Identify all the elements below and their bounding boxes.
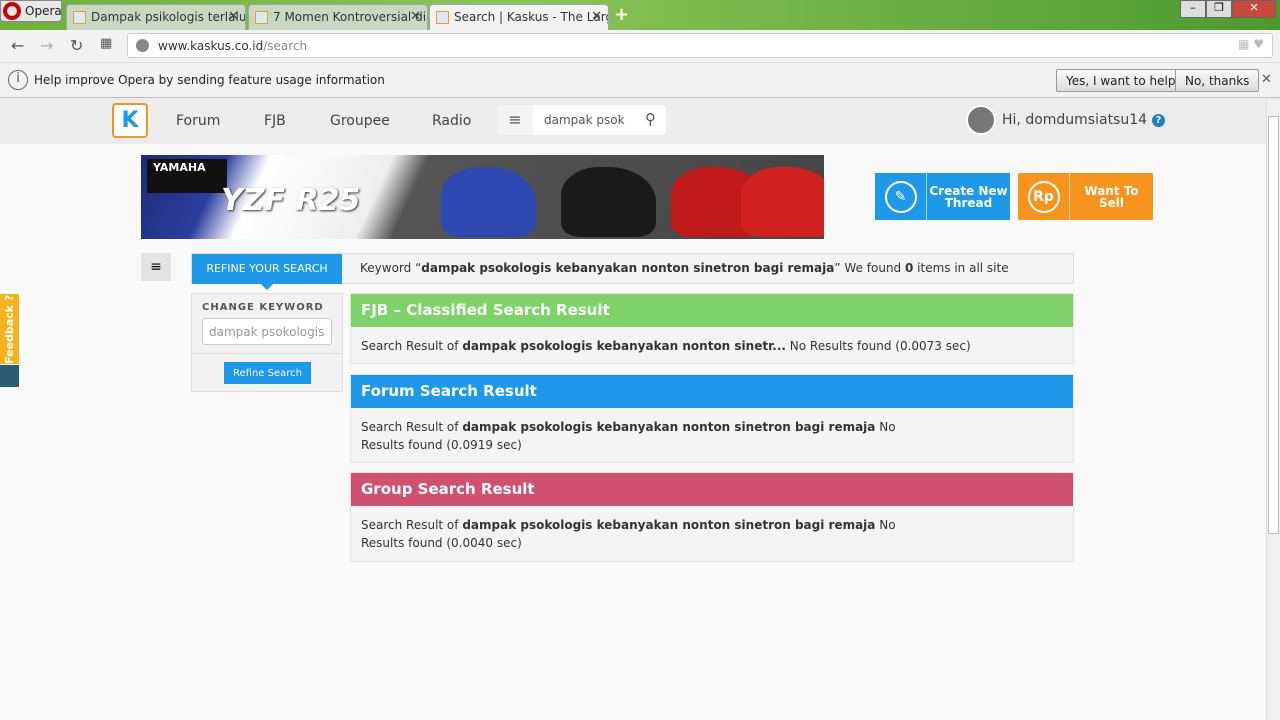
result-text: Search Result of dampak psokologis keban… <box>361 420 896 452</box>
info-icon: i <box>8 70 28 90</box>
rupiah-icon: Rp <box>1027 180 1060 213</box>
nav-forum[interactable]: Forum <box>176 113 220 129</box>
reload-icon[interactable]: ↻ <box>70 36 83 55</box>
browser-toolbar: ← → ↻ ▦ www.kaskus.co.id/search ▦ ♥ <box>0 30 1280 62</box>
minimize-icon[interactable]: – <box>1180 0 1206 18</box>
opera-infobar: i Help improve Opera by sending feature … <box>0 62 1280 98</box>
refine-bar: REFINE YOUR SEARCH Keyword “dampak psoko… <box>191 253 1074 290</box>
yamaha-ad-banner[interactable]: YAMAHA YZF R25 <box>141 155 824 239</box>
pencil-icon: ✎ <box>884 180 917 213</box>
yes-help-button[interactable]: Yes, I want to help <box>1056 69 1186 92</box>
browser-tab-active[interactable]: Search | Kaskus - The Large ✕ <box>429 4 609 30</box>
fjb-results: FJB – Classified Search Result Search Re… <box>350 293 1074 364</box>
yamaha-logo: YAMAHA <box>147 159 227 193</box>
tab-refine-search[interactable]: REFINE YOUR SEARCH <box>192 254 342 290</box>
browser-tab[interactable]: 7 Momen Kontroversial di ✕ <box>248 4 428 30</box>
browser-tab-bar: Opera Dampak psikologis terlalu t ✕ 7 Mom… <box>0 0 1280 30</box>
section-title: Group Search Result <box>351 473 1073 506</box>
result-text: Search Result of dampak psokologis keban… <box>361 518 896 550</box>
window-close-icon[interactable]: ✕ <box>1232 0 1276 18</box>
search-input[interactable]: dampak psok <box>544 113 625 127</box>
address-bar[interactable]: www.kaskus.co.id/search ▦ ♥ <box>127 33 1273 58</box>
want-to-sell-button[interactable]: Rp Want To Sell <box>1018 173 1153 220</box>
change-keyword-panel: CHANGE KEYWORD Refine Search <box>191 293 343 392</box>
site-header: K Forum FJB Groupee Radio ≡ dampak psok … <box>0 98 1280 144</box>
motorcycle-image <box>441 167 536 237</box>
bookmark-heart-icon[interactable]: ▦ ♥ <box>1238 37 1264 51</box>
new-tab-icon[interactable]: + <box>614 4 629 25</box>
result-text: Search Result of dampak psokologis keban… <box>361 339 971 353</box>
section-title: FJB – Classified Search Result <box>351 294 1073 327</box>
user-menu[interactable]: Hi, domdumsiatsu14? <box>966 105 1166 135</box>
close-tab-icon[interactable]: ✕ <box>591 9 602 24</box>
refine-search-button[interactable]: Refine Search <box>224 362 311 384</box>
close-tab-icon[interactable]: ✕ <box>228 9 239 24</box>
forum-results: Forum Search Result Search Result of dam… <box>350 374 1074 463</box>
no-thanks-button[interactable]: No, thanks <box>1175 69 1260 92</box>
nav-groupee[interactable]: Groupee <box>330 113 390 129</box>
help-icon[interactable]: ? <box>1152 113 1166 127</box>
close-tab-icon[interactable]: ✕ <box>410 9 421 24</box>
kaskus-favicon-icon <box>255 11 268 24</box>
nav-fjb[interactable]: FJB <box>264 113 286 129</box>
change-keyword-heading: CHANGE KEYWORD <box>202 302 324 313</box>
back-icon[interactable]: ← <box>11 36 24 55</box>
kaskus-logo[interactable]: K <box>112 103 148 138</box>
create-thread-button[interactable]: ✎ Create New Thread <box>875 173 1010 220</box>
feedback-tab[interactable]: Feedback ? <box>0 294 19 364</box>
browser-tab[interactable]: Dampak psikologis terlalu t ✕ <box>66 4 246 30</box>
motorcycle-image <box>561 167 656 237</box>
avatar[interactable] <box>966 105 996 135</box>
speed-dial-icon[interactable]: ▦ <box>100 36 112 51</box>
kaskus-favicon-icon <box>73 11 86 24</box>
section-title: Forum Search Result <box>351 375 1073 408</box>
forward-icon[interactable]: → <box>40 36 53 55</box>
maximize-icon[interactable]: ❐ <box>1206 0 1232 18</box>
group-results: Group Search Result Search Result of dam… <box>350 472 1074 562</box>
keyword-summary: Keyword “dampak psokologis kebanyakan no… <box>360 261 1009 275</box>
header-search: ≡ dampak psok ⚲ <box>497 105 666 135</box>
keyword-input[interactable] <box>202 318 332 345</box>
menu-icon[interactable]: ≡ <box>497 105 533 135</box>
scrollbar[interactable] <box>1266 100 1280 720</box>
opera-menu-button[interactable]: Opera <box>0 0 62 22</box>
banner-model: YZF R25 <box>221 183 361 218</box>
motorcycle-image <box>741 167 824 237</box>
close-infobar-icon[interactable]: ✕ <box>1261 72 1272 87</box>
nav-radio[interactable]: Radio <box>432 113 471 129</box>
sidebar-toggle-icon[interactable]: ≡ <box>141 253 171 281</box>
search-icon[interactable]: ⚲ <box>645 110 656 128</box>
kaskus-favicon-icon <box>436 11 449 24</box>
site-info-icon[interactable] <box>136 39 149 52</box>
opera-logo-icon <box>3 2 21 20</box>
scrollbar-thumb[interactable] <box>1268 116 1279 534</box>
feedback-widget-icon[interactable] <box>0 365 19 387</box>
